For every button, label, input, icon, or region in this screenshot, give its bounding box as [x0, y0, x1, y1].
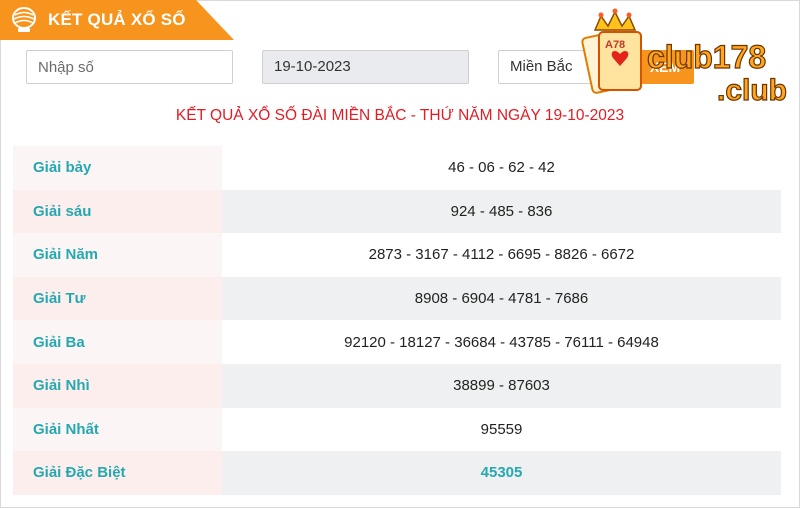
prize-row: Giải Nhất 95559	[13, 407, 781, 452]
prize-row: Giải bảy 46 - 06 - 62 - 42	[13, 146, 781, 190]
brand-line2: .club	[717, 74, 787, 106]
prize-numbers: 2873 - 3167 - 4112 - 6695 - 8826 - 6672	[368, 246, 635, 264]
prize-row: Giải sáu 924 - 485 - 836	[13, 189, 781, 234]
card-text: A78	[605, 39, 625, 51]
prize-row: Giải Nhì 38899 - 87603	[13, 363, 781, 408]
prize-name: Giải Năm	[13, 233, 222, 277]
prize-name: Giải Đặc Biệt	[13, 451, 222, 495]
lottery-globe-icon	[12, 7, 36, 32]
prize-row: Giải Tư 8908 - 6904 - 4781 - 7686	[13, 276, 781, 321]
results-table: Giải bảy 46 - 06 - 62 - 42 Giải sáu 924 …	[13, 146, 781, 495]
date-field[interactable]: 19-10-2023	[262, 50, 469, 84]
prize-numbers: 8908 - 6904 - 4781 - 7686	[222, 276, 781, 321]
club178-logo: A78 club178 .club	[581, 8, 788, 106]
playing-cards-icon: A78	[581, 30, 642, 94]
prize-name: Giải bảy	[13, 146, 222, 190]
prize-name: Giải sáu	[13, 189, 222, 234]
brand-line1: club178	[647, 39, 766, 75]
special-prize-numbers: 45305	[222, 451, 781, 495]
prize-numbers: 92120 - 18127 - 36684 - 43785 - 76111 - …	[344, 333, 659, 351]
number-input[interactable]	[26, 50, 233, 84]
special-prize-row: Giải Đặc Biệt 45305	[13, 451, 781, 495]
header-title: KẾT QUẢ XỔ SỐ	[48, 10, 186, 29]
prize-name: Giải Nhì	[13, 363, 222, 408]
prize-name: Giải Tư	[13, 276, 222, 321]
prize-name: Giải Nhất	[13, 407, 222, 452]
prize-numbers: 38899 - 87603	[222, 363, 781, 408]
result-heading: KẾT QUẢ XỔ SỐ ĐÀI MIỀN BẮC - THỨ NĂM NGÀ…	[175, 107, 625, 124]
brand-wordmark: club178 .club	[646, 38, 787, 106]
prize-numbers: 95559	[480, 420, 523, 438]
prize-name: Giải Ba	[13, 320, 222, 364]
prize-row: Giải Ba 92120 - 18127 - 36684 - 43785 - …	[13, 320, 781, 364]
prize-row: Giải Năm 2873 - 3167 - 4112 - 6695 - 882…	[13, 233, 781, 277]
prize-numbers: 924 - 485 - 836	[222, 189, 781, 234]
crown-icon	[593, 8, 637, 31]
prize-numbers: 46 - 06 - 62 - 42	[448, 159, 555, 177]
